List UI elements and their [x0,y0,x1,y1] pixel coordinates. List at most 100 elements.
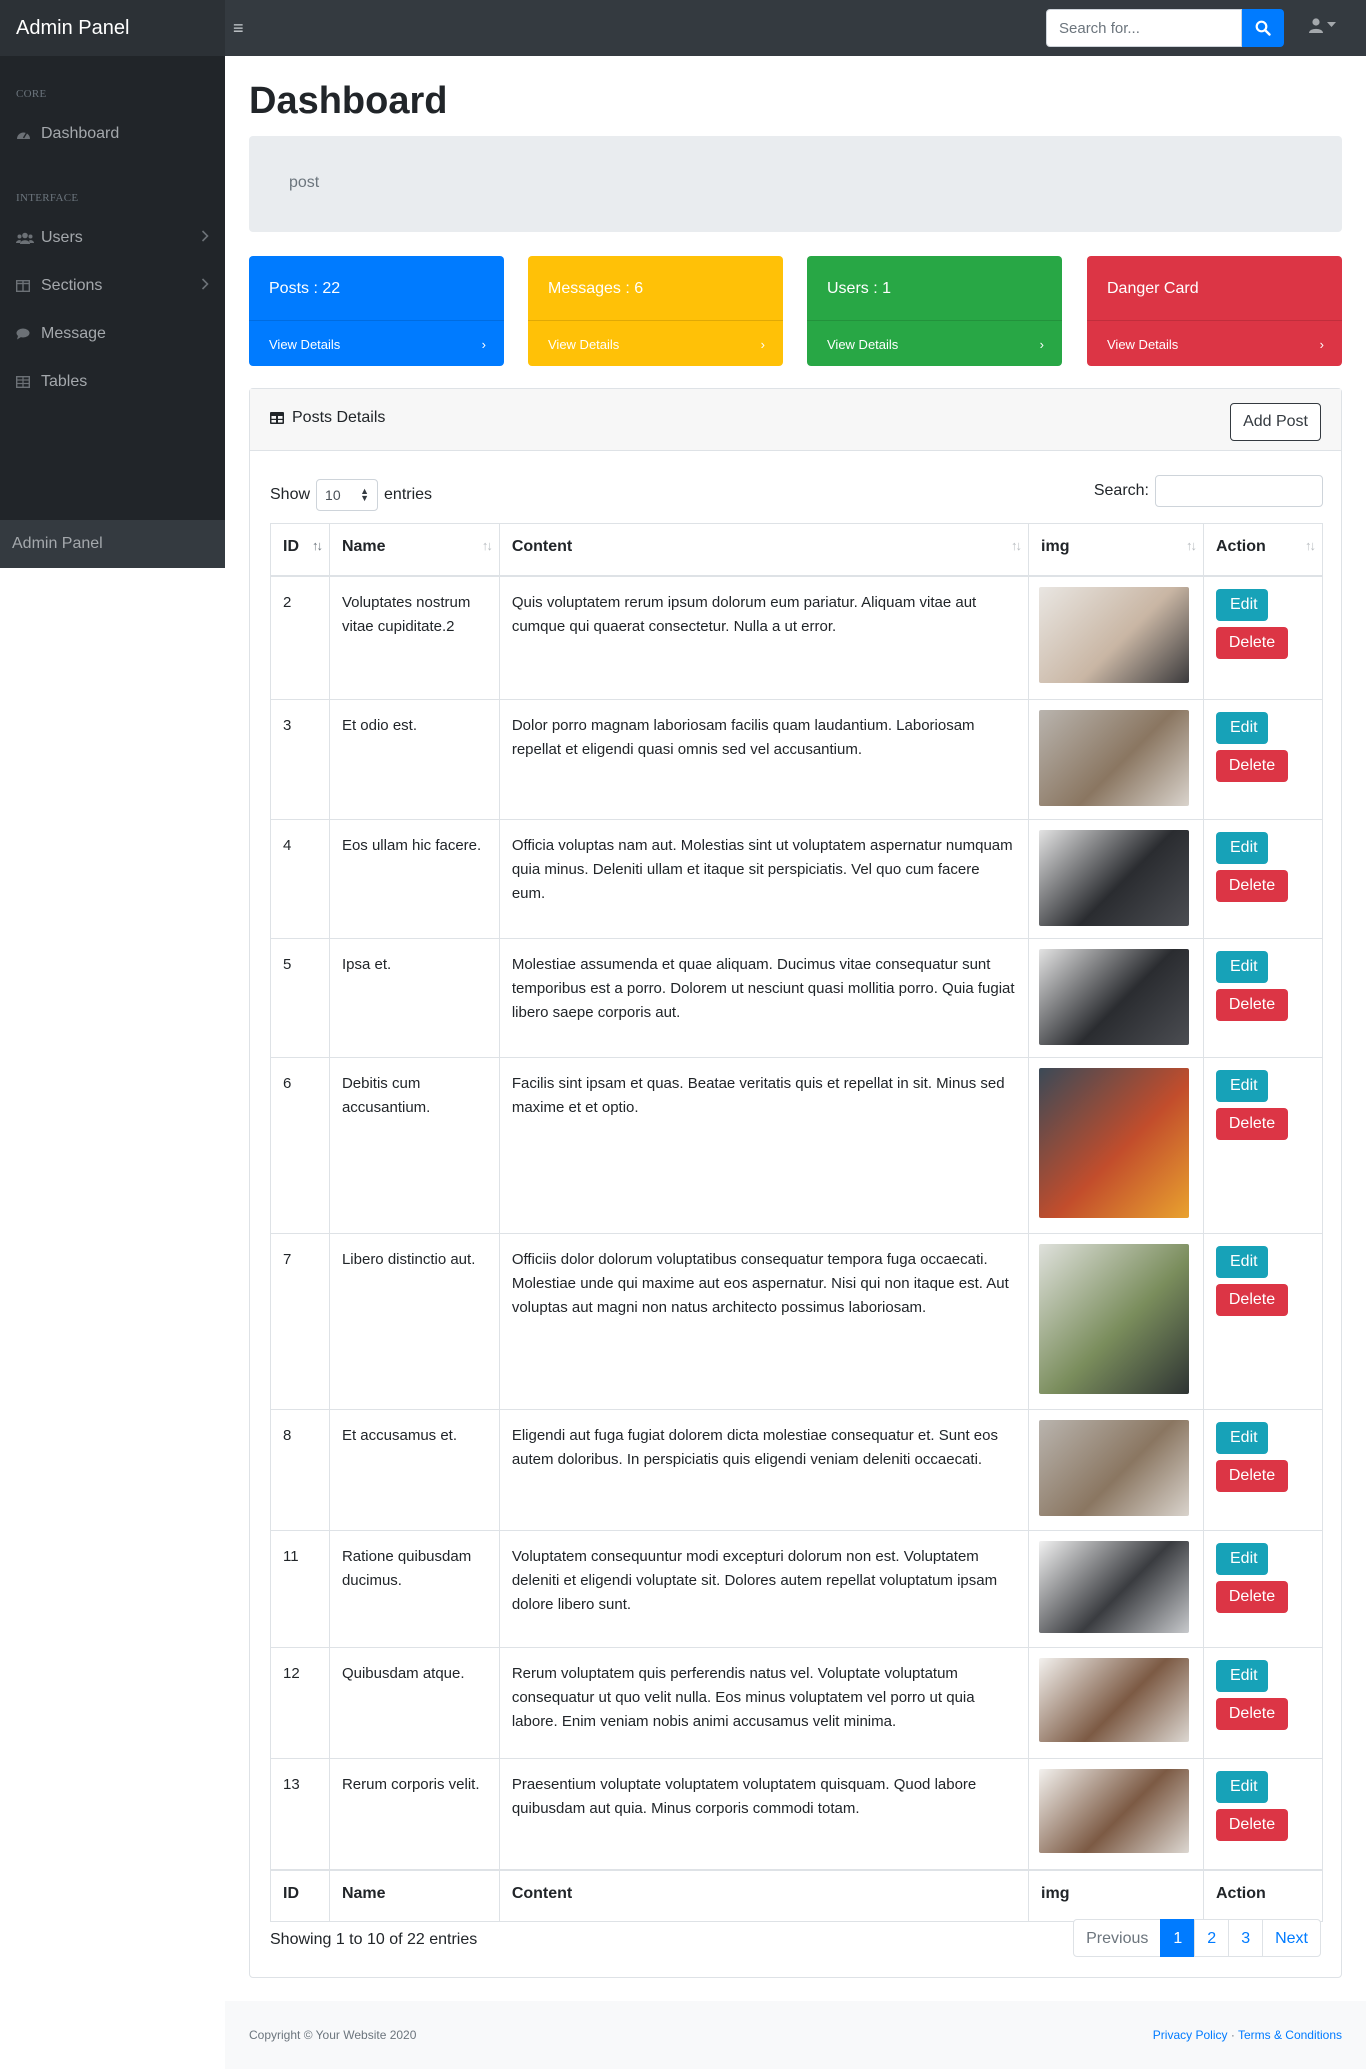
cell-content: Dolor porro magnam laboriosam facilis qu… [498,699,1030,820]
view-details-link[interactable]: View Details [827,337,898,352]
sidebar-toggle-button[interactable]: ≡ [233,18,257,39]
column-header-img[interactable]: img ↑↓ [1028,523,1204,577]
page-button-3[interactable]: 3 [1228,1919,1264,1957]
delete-button[interactable]: Delete [1216,1108,1288,1140]
cell-action: Edit Delete [1203,1530,1323,1648]
edit-button[interactable]: Edit [1216,1070,1268,1102]
cell-id: 12 [270,1647,330,1759]
page-length-control: Show 10 ▲ ▼ entries [270,479,432,511]
view-details-link[interactable]: View Details [548,337,619,352]
delete-button[interactable]: Delete [1216,870,1288,902]
card-title: Danger Card [1107,280,1199,297]
top-navbar: Admin Panel ≡ [0,0,1366,56]
table-row: 12 Quibusdam atque. Rerum voluptatem quis … [270,1647,1323,1759]
edit-button[interactable]: Edit [1216,1246,1268,1278]
page-length-value: 10 [325,487,341,503]
column-header-action[interactable]: Action ↑↓ [1203,523,1323,577]
user-dropdown[interactable] [1308,17,1336,33]
cell-content: Voluptatem consequuntur modi excepturi d… [498,1530,1030,1648]
chevron-right-icon: › [1039,337,1044,352]
cell-id: 8 [270,1409,330,1531]
sidebar-item-label: Tables [41,373,88,390]
column-header-name[interactable]: Name ↑↓ [328,523,500,577]
column-header-content[interactable]: Content ↑↓ [498,523,1030,577]
sidebar-item-message[interactable]: Message [0,310,225,358]
cell-action: Edit Delete [1203,699,1323,820]
chevron-right-icon [201,230,209,242]
terms-link[interactable]: Terms & Conditions [1238,2028,1342,2042]
delete-button[interactable]: Delete [1216,626,1288,659]
navbar-brand[interactable]: Admin Panel [0,0,225,56]
breadcrumb-item: post [289,174,320,191]
edit-button[interactable]: Edit [1216,588,1268,621]
post-thumbnail [1039,1541,1190,1633]
table-info: Showing 1 to 10 of 22 entries [270,1931,478,1948]
cell-id: 6 [270,1057,330,1234]
view-details-link[interactable]: View Details [269,337,340,352]
table-footer-row: ID Name Content img Action [270,1868,1323,1922]
sidebar-item-tables[interactable]: Tables [0,358,225,406]
cell-img [1028,575,1204,700]
delete-button[interactable]: Delete [1216,989,1288,1021]
page-button-1[interactable]: 1 [1160,1919,1196,1957]
edit-button[interactable]: Edit [1216,1771,1268,1803]
delete-button[interactable]: Delete [1216,1809,1288,1841]
sort-icon: ↑↓ [1305,538,1316,553]
privacy-policy-link[interactable]: Privacy Policy [1153,2028,1228,2042]
previous-page-button[interactable]: Previous [1073,1919,1162,1957]
edit-button[interactable]: Edit [1216,1660,1268,1692]
table-search-input[interactable] [1155,475,1323,507]
edit-button[interactable]: Edit [1216,1543,1268,1575]
breadcrumb: post [249,136,1342,232]
edit-button[interactable]: Edit [1216,712,1268,744]
table-row: 11 Ratione quibusdam ducimus. Voluptatem c… [270,1530,1323,1648]
sidebar-item-dashboard[interactable]: Dashboard [0,110,225,158]
card-footer-link[interactable]: View Details › [807,320,1062,366]
cell-name: Debitis cum accusantium. [328,1057,500,1234]
card-footer-link[interactable]: View Details › [1087,320,1342,366]
page-length-select[interactable]: 10 ▲ ▼ [316,479,379,511]
chevron-right-icon: › [1319,337,1324,352]
edit-button[interactable]: Edit [1216,1422,1268,1454]
sort-arrows-icon: ▲ ▼ [360,486,370,503]
card-title: Posts : 22 [269,280,341,297]
post-thumbnail [1039,1658,1190,1742]
sidebar-footer: Admin Panel [0,520,225,568]
cell-name: Ratione quibusdam ducimus. [328,1530,500,1648]
edit-button[interactable]: Edit [1216,832,1268,864]
edit-button[interactable]: Edit [1216,951,1268,983]
post-thumbnail [1039,1769,1190,1853]
delete-button[interactable]: Delete [1216,1284,1288,1316]
search-button[interactable] [1242,9,1284,47]
delete-button[interactable]: Delete [1216,750,1288,782]
table-row: 3 Et odio est. Dolor porro magnam laborios… [270,699,1323,820]
cell-content: Molestiae assumenda et quae aliquam. Duc… [498,938,1030,1058]
post-thumbnail [1039,1244,1190,1394]
delete-button[interactable]: Delete [1216,1581,1288,1613]
table-row: 5 Ipsa et. Molestiae assumenda et quae ali… [270,938,1323,1058]
sidebar-item-users[interactable]: Users [0,214,225,262]
table-search: Search: [1094,475,1323,507]
search-input[interactable] [1046,9,1242,47]
footer-links: Privacy Policy · Terms & Conditions [1153,2028,1342,2042]
sidebar-item-sections[interactable]: Sections [0,262,225,310]
cell-name: Et odio est. [328,699,500,820]
table-controls: Show 10 ▲ ▼ entries Search: [270,475,1323,511]
card-footer-link[interactable]: View Details › [249,320,504,366]
column-header-id[interactable]: ID ↑↓ [270,523,330,577]
view-details-link[interactable]: View Details [1107,337,1178,352]
next-page-button[interactable]: Next [1262,1919,1321,1957]
add-post-button[interactable]: Add Post [1230,403,1321,441]
table-search-label: Search: [1093,482,1149,499]
cell-action: Edit Delete [1203,1647,1323,1759]
cell-id: 5 [270,938,330,1058]
chevron-right-icon: › [481,337,486,352]
delete-button[interactable]: Delete [1216,1698,1288,1730]
card-footer-link[interactable]: View Details › [528,320,783,366]
cell-img [1028,938,1204,1058]
page-button-2[interactable]: 2 [1194,1919,1230,1957]
sort-icon: ↑↓ [1011,538,1022,553]
delete-button[interactable]: Delete [1216,1460,1288,1492]
post-thumbnail [1039,586,1190,683]
cell-content: Rerum voluptatem quis perferendis natus … [498,1647,1030,1759]
